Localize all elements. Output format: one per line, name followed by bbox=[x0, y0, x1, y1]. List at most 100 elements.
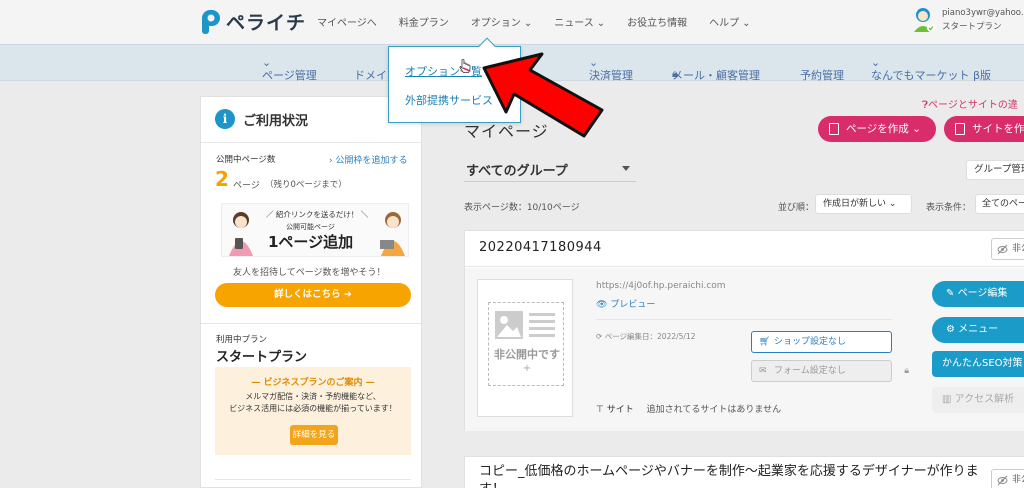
page-url[interactable]: https://4j0of.hp.peraichi.com bbox=[596, 281, 726, 291]
create-site-label: サイトを作 bbox=[972, 123, 1024, 135]
logo-text: ペライチ bbox=[226, 12, 307, 34]
nav-mypage[interactable]: マイページへ bbox=[317, 14, 377, 29]
top-header: ペライチ マイページへ 料金プラン オプション ニュース お役立ち情報 ヘルプ … bbox=[0, 0, 1024, 44]
add-publish-slot-label: 公開枠を追加する bbox=[335, 156, 408, 166]
page-card-title[interactable]: 20220417180944 bbox=[479, 240, 602, 255]
top-nav: マイページへ 料金プラン オプション ニュース お役立ち情報 ヘルプ bbox=[317, 14, 772, 29]
banner-big-text: 1ページ追加 bbox=[268, 233, 354, 251]
divider bbox=[215, 479, 411, 480]
user-plan: スタートプラン bbox=[942, 22, 1002, 32]
preview-link[interactable]: 👁︎ プレビュー bbox=[596, 297, 655, 310]
current-plan-name: スタートプラン bbox=[216, 350, 308, 365]
group-select[interactable]: すべてのグループ bbox=[464, 158, 636, 182]
plus-icon: + bbox=[522, 363, 532, 374]
preview-label: プレビュー bbox=[610, 300, 656, 310]
peraichi-logo[interactable]: ペライチ bbox=[200, 8, 306, 35]
group-select-value: すべてのグループ bbox=[466, 164, 568, 179]
form-settings-button[interactable]: ✉ フォーム設定なし 🔒︎ bbox=[751, 360, 909, 382]
nav-help[interactable]: ヘルプ bbox=[709, 14, 750, 29]
eye-icon: 👁︎ bbox=[596, 300, 608, 310]
gear-icon: ⚙ bbox=[946, 324, 955, 335]
business-plan-description: メルマガ配信・決済・予約機能など、 ビジネス活用には必須の機能が揃っています！ bbox=[215, 391, 411, 415]
page-card-header: 20220417180944 非公 bbox=[465, 231, 1024, 267]
nav-tips[interactable]: お役立ち情報 bbox=[627, 14, 687, 29]
divider bbox=[201, 142, 421, 143]
chart-icon: ▥ bbox=[942, 394, 952, 405]
shop-settings-button[interactable]: 🛒︎ ショップ設定なし bbox=[751, 331, 892, 353]
page-vs-site-help-link[interactable]: ❓︎ページとサイトの違 bbox=[922, 96, 1018, 111]
sort-select[interactable]: 作成日が新しい ⌄ bbox=[815, 194, 912, 214]
published-pages-label: 公開中ページ数 bbox=[216, 155, 276, 165]
lock-icon: 🔒︎ bbox=[672, 67, 678, 80]
referral-details-button[interactable]: 詳しくはこちら ➜ bbox=[215, 283, 411, 307]
business-plan-line-1: メルマガ配信・決済・予約機能など、 bbox=[245, 392, 381, 401]
private-status-badge[interactable]: 非公 bbox=[991, 469, 1024, 488]
site-label: ⊤ サイト bbox=[596, 405, 634, 415]
page-card: コピー_低価格のホームページやバナーを制作～起業家を応援するデザイナーが作ります… bbox=[464, 456, 1024, 488]
create-page-button[interactable]: ページを作成 ⌄ bbox=[818, 116, 936, 142]
analytics-label: アクセス解析 bbox=[954, 394, 1015, 405]
divider bbox=[201, 323, 421, 324]
banner-top-text: ／ 紹介リンクを送るだけ！ ＼ bbox=[266, 210, 369, 219]
menu-label: メニュー bbox=[958, 324, 999, 335]
subnav-label: 予約管理 bbox=[800, 69, 844, 82]
current-plan-label: 利用中プラン bbox=[216, 335, 268, 345]
user-menu[interactable]: piano3ywr@yahoo. スタートプラン bbox=[912, 6, 1024, 34]
subnav-page-manage[interactable]: ページ管理 ⌄ bbox=[262, 56, 317, 82]
edit-date-label: ページ編集日：2022/5/12 bbox=[604, 332, 696, 341]
subnav-label: ドメイ bbox=[354, 69, 387, 82]
private-status-badge[interactable]: 非公 bbox=[991, 238, 1024, 260]
usage-sidebar: i ご利用状況 公開中ページ数 › 公開枠を追加する 2 ページ （残り0ページ… bbox=[200, 96, 422, 488]
menu-button[interactable]: ⚙ メニュー bbox=[932, 317, 1024, 343]
eye-slash-icon bbox=[997, 244, 1008, 255]
analytics-button[interactable]: ▥ アクセス解析 bbox=[932, 387, 1024, 413]
add-publish-slot-link[interactable]: › 公開枠を追加する bbox=[329, 153, 407, 166]
page-unit: ページ bbox=[233, 181, 260, 191]
published-page-count: 2 bbox=[215, 167, 229, 191]
sort-label: 並び順： bbox=[778, 203, 815, 213]
page-edit-button[interactable]: ✎ ページ編集 bbox=[932, 281, 1024, 307]
business-plan-title: — ビジネスプランのご案内 — bbox=[251, 378, 375, 388]
seo-button[interactable]: かんたんSEO対策 bbox=[932, 351, 1024, 377]
eye-slash-icon bbox=[997, 475, 1008, 486]
create-site-button[interactable]: サイトを作 bbox=[944, 116, 1024, 142]
page-card-title[interactable]: コピー_低価格のホームページやバナーを制作～起業家を応援するデザイナーが作ります… bbox=[479, 463, 979, 488]
form-settings-label: フォーム設定なし bbox=[774, 366, 846, 376]
page-edit-label: ページ編集 bbox=[957, 288, 1008, 299]
woman-illustration-icon bbox=[229, 212, 253, 256]
filter-select[interactable]: 全てのペー bbox=[975, 194, 1024, 214]
image-placeholder-icon bbox=[495, 311, 555, 339]
mail-icon: ✉ bbox=[759, 366, 767, 376]
business-plan-line-2: ビジネス活用には必須の機能が揃っています！ bbox=[229, 404, 397, 413]
referral-banner[interactable]: ／ 紹介リンクを送るだけ！ ＼ 公開可能ページ 1ページ追加 bbox=[221, 203, 409, 257]
site-label-text: サイト bbox=[606, 405, 634, 415]
page-edit-date: ⟳ ページ編集日：2022/5/12 bbox=[596, 331, 696, 342]
help-link-label: ページとサイトの違 bbox=[928, 100, 1018, 111]
subnav-label: ページ管理 bbox=[262, 69, 317, 82]
business-plan-box: — ビジネスプランのご案内 — メルマガ配信・決済・予約機能など、 ビジネス活用… bbox=[215, 367, 411, 455]
thumbnail-placeholder: 非公開中です + bbox=[488, 302, 564, 386]
nav-options[interactable]: オプション bbox=[471, 14, 532, 29]
divider bbox=[596, 319, 892, 320]
copy-icon bbox=[955, 123, 965, 135]
pencil-icon: ✎ bbox=[946, 288, 955, 299]
lock-icon: 🔒︎ bbox=[904, 366, 909, 376]
business-plan-detail-button[interactable]: 詳細を見る bbox=[290, 425, 338, 445]
subnav-label: なんでもマーケット β版 bbox=[871, 69, 991, 82]
create-page-label: ページを作成 bbox=[846, 123, 909, 135]
peraichi-logo-icon bbox=[200, 9, 222, 35]
filter-label: 表示条件： bbox=[926, 203, 972, 213]
info-icon: i bbox=[215, 109, 235, 129]
sitemap-icon: ⊤ bbox=[596, 405, 604, 415]
caret-down-icon bbox=[622, 166, 630, 171]
page-thumbnail[interactable]: 非公開中です + bbox=[477, 279, 573, 417]
group-manage-button[interactable]: グループ管理 bbox=[966, 160, 1024, 180]
usage-title: ご利用状況 bbox=[243, 113, 309, 129]
nav-news[interactable]: ニュース bbox=[554, 14, 605, 29]
shop-settings-label: ショップ設定なし bbox=[774, 337, 847, 347]
subnav-market[interactable]: なんでもマーケット β版 ⌄ bbox=[871, 56, 991, 82]
site-status-text: 追加されてるサイトはありません bbox=[646, 405, 782, 415]
site-row: ⊤ サイト 追加されてるサイトはありません bbox=[596, 402, 781, 415]
avatar bbox=[912, 6, 936, 34]
nav-pricing[interactable]: 料金プラン bbox=[399, 14, 449, 29]
